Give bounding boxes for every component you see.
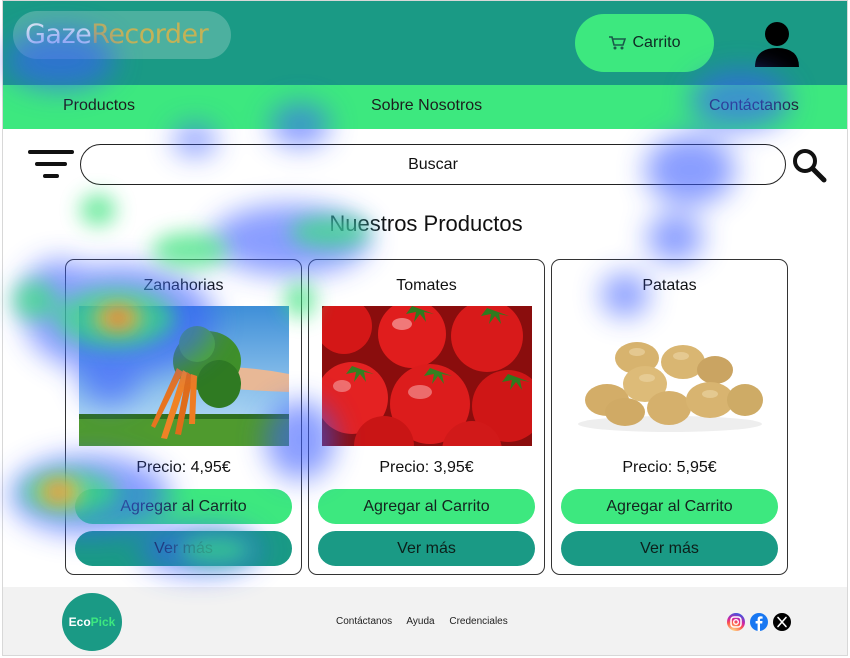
- logo-part1: Eco: [68, 615, 91, 629]
- see-more-button[interactable]: Ver más: [561, 531, 778, 566]
- facebook-icon[interactable]: [750, 613, 768, 631]
- ecopick-logo[interactable]: EcoPick: [62, 593, 122, 651]
- product-name: Tomates: [396, 277, 457, 294]
- main-nav: Productos Sobre Nosotros Contáctanos: [3, 85, 847, 129]
- nav-item-contactanos[interactable]: Contáctanos: [709, 97, 799, 115]
- footer-link-contactanos[interactable]: Contáctanos: [336, 616, 392, 627]
- nav-item-sobre-nosotros[interactable]: Sobre Nosotros: [371, 97, 482, 115]
- x-icon[interactable]: [773, 613, 791, 631]
- product-price: Precio: 3,95€: [379, 459, 474, 476]
- section-title: Nuestros Productos: [329, 211, 523, 236]
- watermark-part2: Recorder: [91, 19, 209, 50]
- product-card-zanahorias: Zanahorias Precio: 4,95€ Agregar al Carr…: [65, 259, 302, 575]
- nav-item-productos[interactable]: Productos: [63, 97, 135, 115]
- header: GazeRecorder Carrito: [3, 1, 847, 85]
- product-card-tomates: Tomates Precio: 3,95€ Agregar al Carrito…: [308, 259, 545, 575]
- add-to-cart-button[interactable]: Agregar al Carrito: [318, 489, 535, 524]
- footer: EcoPick Contáctanos Ayuda Credenciales: [3, 587, 847, 655]
- product-image-tomatoes[interactable]: [322, 306, 532, 446]
- instagram-icon[interactable]: [727, 613, 745, 631]
- cart-button[interactable]: Carrito: [575, 14, 714, 72]
- footer-links: Contáctanos Ayuda Credenciales: [336, 616, 520, 627]
- product-image-carrots[interactable]: [79, 306, 289, 446]
- see-more-button[interactable]: Ver más: [75, 531, 292, 566]
- footer-link-credenciales[interactable]: Credenciales: [449, 616, 507, 627]
- footer-link-ayuda[interactable]: Ayuda: [406, 616, 434, 627]
- product-price: Precio: 5,95€: [622, 459, 717, 476]
- product-name: Patatas: [642, 277, 697, 294]
- add-to-cart-button[interactable]: Agregar al Carrito: [561, 489, 778, 524]
- see-more-button[interactable]: Ver más: [318, 531, 535, 566]
- watermark-part1: Gaze: [25, 19, 92, 50]
- product-price: Precio: 4,95€: [136, 459, 231, 476]
- product-card-patatas: Patatas Precio: 5,95€ Agregar al Carrito…: [551, 259, 788, 575]
- product-name: Zanahorias: [143, 277, 224, 294]
- add-to-cart-button[interactable]: Agregar al Carrito: [75, 489, 292, 524]
- filter-icon[interactable]: [28, 148, 74, 180]
- product-image-potatoes[interactable]: [565, 306, 775, 446]
- logo-part2: Pick: [90, 615, 116, 629]
- search-input[interactable]: Buscar: [80, 144, 786, 185]
- gaze-recorder-watermark: GazeRecorder: [13, 11, 231, 59]
- search-icon[interactable]: [791, 147, 827, 183]
- cart-label: Carrito: [632, 34, 681, 51]
- user-icon[interactable]: [751, 19, 803, 69]
- app-frame: GazeRecorder Carrito Productos Sobre Nos…: [2, 0, 848, 656]
- shopping-cart-icon: [609, 36, 627, 50]
